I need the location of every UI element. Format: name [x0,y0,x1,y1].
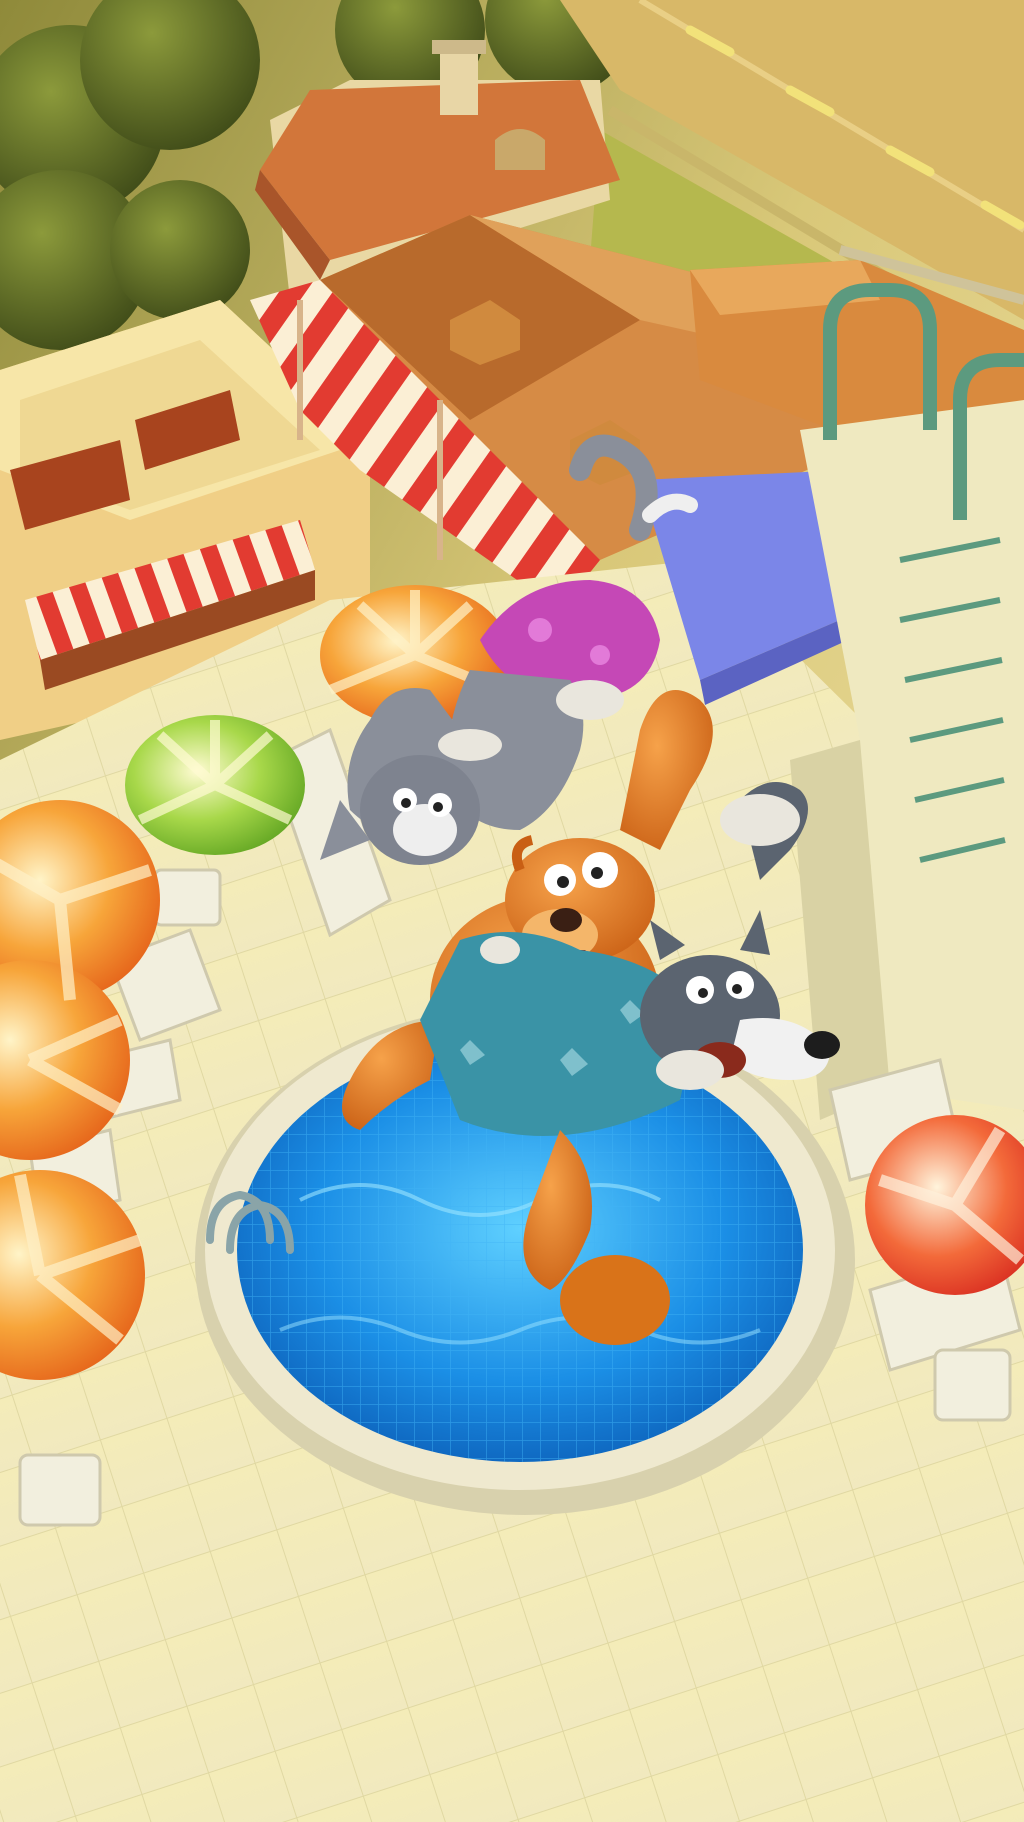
game-scene [0,0,1024,1822]
scene-illustration [0,0,1024,1822]
